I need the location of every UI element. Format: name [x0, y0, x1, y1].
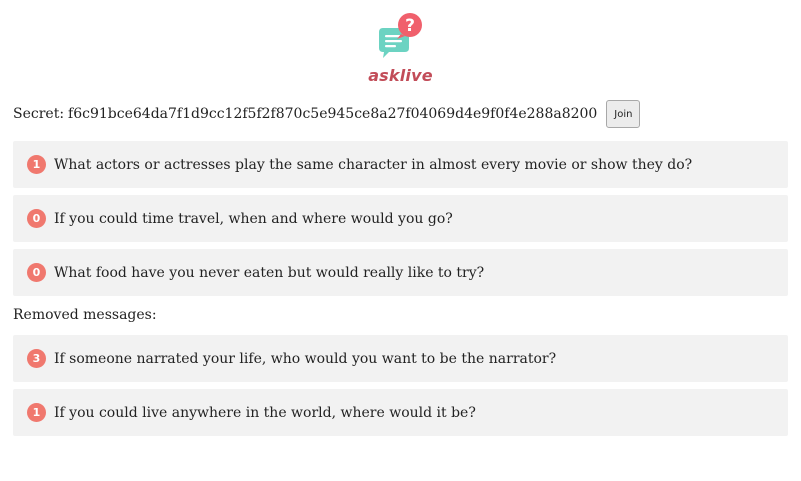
message-text: What actors or actresses play the same c…	[54, 156, 693, 173]
message-text: What food have you never eaten but would…	[54, 264, 485, 281]
vote-count-badge: 0	[27, 263, 46, 282]
page: ? asklive Secret: f6c91bce64da7f1d9cc12f…	[0, 0, 801, 481]
message-text: If you could live anywhere in the world,…	[54, 404, 476, 421]
message-text: If you could time travel, when and where…	[54, 210, 453, 227]
secret-row: Secret: f6c91bce64da7f1d9cc12f5f2f870c5e…	[13, 100, 788, 128]
message-list: 1 What actors or actresses play the same…	[13, 141, 788, 296]
message-text: If someone narrated your life, who would…	[54, 350, 557, 367]
vote-count-badge: 3	[27, 349, 46, 368]
header: ? asklive	[13, 0, 788, 85]
message-item[interactable]: 0 If you could time travel, when and whe…	[13, 195, 788, 242]
vote-count-badge: 1	[27, 403, 46, 422]
chat-question-icon: ?	[378, 13, 422, 58]
secret-value: f6c91bce64da7f1d9cc12f5f2f870c5e945ce8a2…	[68, 106, 598, 122]
app-brand-name: asklive	[368, 66, 433, 85]
removed-message-list: 3 If someone narrated your life, who wou…	[13, 335, 788, 436]
message-item[interactable]: 0 What food have you never eaten but wou…	[13, 249, 788, 296]
message-item[interactable]: 1 What actors or actresses play the same…	[13, 141, 788, 188]
removed-message-item[interactable]: 1 If you could live anywhere in the worl…	[13, 389, 788, 436]
removed-messages-heading: Removed messages:	[13, 307, 157, 323]
vote-count-badge: 1	[27, 155, 46, 174]
vote-count-badge: 0	[27, 209, 46, 228]
secret-label: Secret:	[13, 106, 65, 122]
removed-message-item[interactable]: 3 If someone narrated your life, who wou…	[13, 335, 788, 382]
join-button[interactable]: Join	[606, 100, 641, 128]
svg-text:?: ?	[405, 16, 415, 36]
